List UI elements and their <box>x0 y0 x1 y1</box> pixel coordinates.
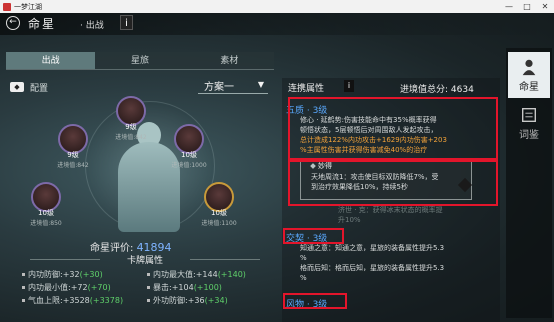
attr-item: 内功防御:+32(+30) <box>22 268 142 281</box>
config-label: 配置 <box>30 83 49 94</box>
star-person-icon <box>522 59 536 76</box>
annotation-box <box>283 228 344 244</box>
card-level: 9级 <box>125 123 137 131</box>
card-progress: 进境值:842 <box>57 162 89 169</box>
book-icon <box>522 108 536 122</box>
annotation-box <box>288 97 498 162</box>
card-level: 10级 <box>38 209 54 217</box>
total-score: 进境值总分: 4634 <box>400 85 474 95</box>
side-nav-item-mingxing[interactable]: 命星 <box>508 52 550 98</box>
card-slot[interactable]: 9级 进境值:842 <box>110 96 152 141</box>
info-icon[interactable]: i <box>120 15 133 30</box>
card-progress: 进境值:1000 <box>171 162 207 169</box>
tab-sucai[interactable]: 素材 <box>185 52 274 69</box>
info-icon[interactable]: i <box>344 80 354 92</box>
card-level: 10级 <box>181 151 197 159</box>
chevron-down-icon: ▼ <box>257 80 264 89</box>
dim-text: 济世 · 克：获得冰末状态的概率提 升10% <box>338 206 443 224</box>
card-progress: 进境值:842 <box>115 134 147 141</box>
annotation-box <box>283 293 347 309</box>
attr-item: 内功最大值:+144(+140) <box>147 268 267 281</box>
total-score-value: 4634 <box>450 85 474 95</box>
side-nav-label: 词鉴 <box>519 130 539 141</box>
star-rating: 命星评价: 41894 <box>90 239 172 254</box>
game-window: 一梦江湖 — □ ✕ ← 命星 · 出战 i 命星 词鉴 出战 星旅 素材 ◆ … <box>0 0 554 322</box>
os-title-bar: 一梦江湖 — □ ✕ <box>0 0 554 13</box>
attr-item: 暴击:+104(+100) <box>147 281 267 294</box>
attr-item: 气血上限:+3528(+3378) <box>22 294 142 307</box>
tab-chuzhan[interactable]: 出战 <box>6 52 96 69</box>
card-progress: 进境值:850 <box>30 220 62 227</box>
side-nav-item-cijian[interactable]: 词鉴 <box>508 100 550 146</box>
page-subtitle: · 出战 <box>80 21 104 31</box>
close-button[interactable]: ✕ <box>536 2 554 11</box>
character-stage: 9级 进境值:842 9级 进境值:842 10级 进境值:1000 10级 进… <box>0 96 280 236</box>
config-button[interactable]: ◆ 配置 <box>10 80 48 94</box>
card-attr-title: 卡牌属性 <box>30 253 260 266</box>
card-slot[interactable]: 9级 进境值:842 <box>52 124 94 169</box>
linked-attr-panel: 连携属性 i 进境值总分: 4634 五质 · 3级 修心 · 延鹤势:伤害技能… <box>282 78 500 322</box>
plan-select[interactable]: 方案一 ▼ <box>198 78 268 94</box>
back-icon[interactable]: ← <box>6 16 20 30</box>
tab-bar: 出战 星旅 素材 <box>6 52 274 70</box>
plan-value: 方案一 <box>204 82 234 93</box>
minimize-button[interactable]: — <box>500 2 518 11</box>
annotation-box <box>288 158 498 206</box>
panel-title: 连携属性 <box>288 84 325 94</box>
eye-icon: ◆ <box>10 82 24 92</box>
app-icon <box>3 2 11 11</box>
page-header: ← 命星 · 出战 i <box>0 13 554 35</box>
attr-item: 外功防御:+36(+34) <box>147 294 267 307</box>
attr-item: 内功最小值:+72(+70) <box>22 281 142 294</box>
side-nav-label: 命星 <box>519 82 539 93</box>
page-title: 命星 <box>28 17 57 31</box>
card-progress: 进境值:1100 <box>201 220 237 227</box>
card-slot[interactable]: 10级 进境值:850 <box>25 182 67 227</box>
maximize-button[interactable]: □ <box>518 2 536 11</box>
card-slot[interactable]: 10级 进境值:1100 <box>198 182 240 227</box>
card-level: 9级 <box>67 151 79 159</box>
tab-xinglv[interactable]: 星旅 <box>95 52 184 69</box>
section-desc: 知通之意：知通之意，星旅的装备属性提升5.3 % 格而后知：格而后知，星旅的装备… <box>300 244 445 282</box>
window-title: 一梦江湖 <box>14 2 42 11</box>
card-slot[interactable]: 10级 进境值:1000 <box>168 124 210 169</box>
side-nav: 命星 词鉴 <box>506 48 552 318</box>
card-level: 10级 <box>211 209 227 217</box>
